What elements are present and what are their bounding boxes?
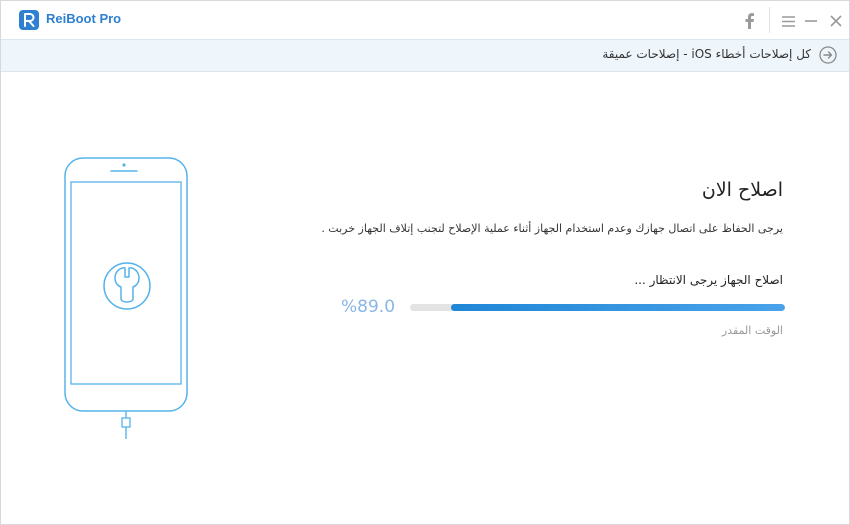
- progress-fill: [451, 304, 785, 311]
- title-bar: ReiBoot Pro: [1, 1, 849, 39]
- app-window: ReiBoot Pro كل إصلاحات أخطاء iOS - إصلاح…: [0, 0, 850, 525]
- phone-illustration: [64, 157, 188, 439]
- page-title: اصلاح الان: [701, 179, 783, 201]
- wrench-icon: [103, 262, 151, 310]
- minimize-icon[interactable]: [801, 11, 821, 31]
- breadcrumb-bar: كل إصلاحات أخطاء iOS - إصلاحات عميقة: [1, 39, 849, 72]
- menu-icon[interactable]: [778, 11, 798, 31]
- app-title: ReiBoot Pro: [46, 11, 122, 26]
- progress-percent: %89.0: [341, 297, 396, 317]
- progress-bar: [410, 304, 785, 311]
- status-text: اصلاح الجهاز يرجى الانتظار ...: [634, 273, 783, 287]
- facebook-icon[interactable]: [739, 11, 759, 31]
- close-icon[interactable]: [826, 11, 846, 31]
- reiboot-logo: [19, 10, 39, 30]
- estimated-time-label: الوقت المقدر: [721, 324, 783, 337]
- titlebar-divider: [769, 7, 770, 33]
- instruction-text: يرجى الحفاظ على اتصال جهازك وعدم استخدام…: [321, 222, 783, 235]
- breadcrumb: كل إصلاحات أخطاء iOS - إصلاحات عميقة: [602, 47, 811, 61]
- arrow-circle-icon[interactable]: [819, 46, 837, 64]
